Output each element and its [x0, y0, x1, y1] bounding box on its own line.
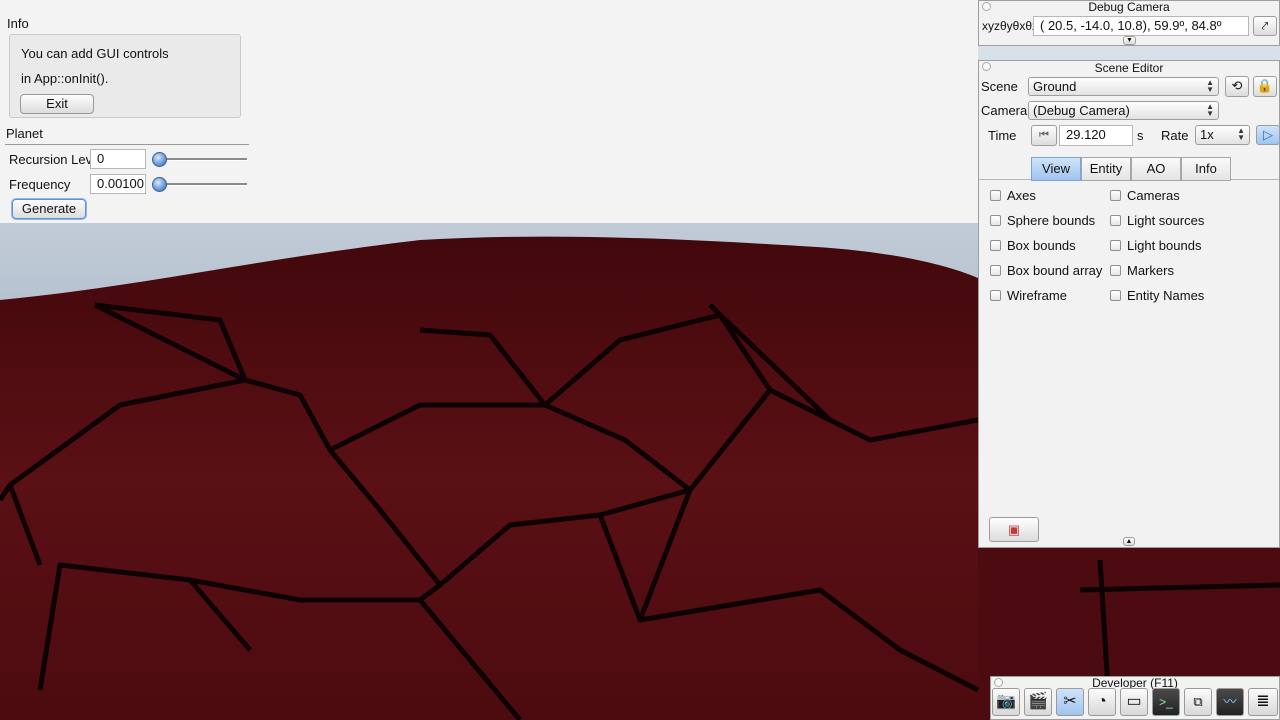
box-bound-array-label: Box bound array: [1007, 263, 1103, 278]
recursion-slider-thumb[interactable]: [152, 152, 167, 167]
sphere-bounds-label: Sphere bounds: [1007, 213, 1096, 228]
sphere-bounds-checkbox[interactable]: [990, 215, 1001, 226]
link-icon[interactable]: ⤤: [1253, 16, 1277, 36]
info-line-1: You can add GUI controls: [21, 46, 169, 61]
cameras-checkbox[interactable]: [1110, 190, 1121, 201]
scene-label: Scene: [981, 79, 1018, 94]
clapperboard-icon[interactable]: 🎬: [1024, 688, 1052, 716]
scene-editor-window: Scene Editor Scene Ground ▲ ▼ ⟲ 🔒 Camera …: [978, 60, 1280, 548]
generate-button[interactable]: Generate: [12, 199, 86, 219]
box-bounds-label: Box bounds: [1007, 238, 1076, 253]
wireframe-checkbox[interactable]: [990, 290, 1001, 301]
save-icon[interactable]: ▣: [989, 517, 1039, 542]
axes-label: Axes: [1007, 188, 1036, 203]
tab-entity[interactable]: Entity: [1081, 157, 1131, 181]
recursion-input[interactable]: 0: [90, 149, 146, 169]
entity-names-checkbox[interactable]: [1110, 290, 1121, 301]
frequency-label: Frequency: [9, 177, 71, 192]
updown-icon: ▲ ▼: [1237, 126, 1245, 142]
tab-view[interactable]: View: [1031, 157, 1081, 181]
exit-button[interactable]: Exit: [20, 94, 94, 114]
windows-icon[interactable]: ⧉: [1184, 688, 1212, 716]
scene-select[interactable]: Ground ▲ ▼: [1028, 77, 1219, 96]
frequency-slider-thumb[interactable]: [152, 177, 167, 192]
info-title: Info: [7, 16, 29, 31]
debug-camera-title: Debug Camera: [1088, 0, 1170, 14]
scene-editor-title: Scene Editor: [1094, 61, 1164, 75]
rate-select[interactable]: 1x ▲ ▼: [1195, 125, 1250, 145]
console-icon[interactable]: >_: [1152, 688, 1180, 716]
gui-overlay-pane: Info You can add GUI controls in App::on…: [0, 0, 978, 223]
camera-coords-field[interactable]: ( 20.5, -14.0, 10.8), 59.9º, 84.8º: [1033, 16, 1249, 36]
camera-select-value: (Debug Camera): [1033, 103, 1130, 118]
tab-info[interactable]: Info: [1181, 157, 1231, 181]
lock-icon[interactable]: 🔒: [1253, 76, 1277, 97]
markers-checkbox[interactable]: [1110, 265, 1121, 276]
document-icon[interactable]: ≣: [1248, 688, 1278, 716]
frequency-input[interactable]: 0.00100: [90, 174, 146, 194]
reload-icon[interactable]: ⟲: [1225, 76, 1249, 97]
axes-checkbox[interactable]: [990, 190, 1001, 201]
speed-icon[interactable]: ◔: [1088, 688, 1116, 716]
time-label: Time: [988, 128, 1017, 143]
rate-label: Rate: [1161, 128, 1189, 143]
rewind-icon[interactable]: ⏮: [1031, 125, 1057, 146]
updown-icon: ▲ ▼: [1206, 102, 1214, 118]
tools-icon[interactable]: ✂: [1056, 688, 1084, 716]
light-sources-checkbox[interactable]: [1110, 215, 1121, 226]
box-bounds-checkbox[interactable]: [990, 240, 1001, 251]
time-input[interactable]: 29.120: [1059, 125, 1133, 146]
updown-icon: ▲ ▼: [1206, 78, 1214, 94]
profiler-icon[interactable]: 〰: [1216, 688, 1244, 716]
camera-label: Camera: [981, 103, 1028, 118]
light-bounds-checkbox[interactable]: [1110, 240, 1121, 251]
info-line-2: in App::onInit().: [21, 71, 109, 86]
play-icon[interactable]: ▷: [1256, 125, 1280, 145]
planet-divider: [5, 144, 249, 145]
recursion-label: Recursion Leve: [9, 152, 100, 167]
markers-label: Markers: [1127, 263, 1174, 278]
entity-names-label: Entity Names: [1127, 288, 1205, 303]
expand-down-icon[interactable]: ▼: [1123, 36, 1136, 45]
camera-select[interactable]: (Debug Camera) ▲ ▼: [1028, 101, 1219, 120]
scene-select-value: Ground: [1033, 79, 1077, 94]
debug-camera-window: Debug Camera xyzθyθxθz ( 20.5, -14.0, 10…: [978, 0, 1280, 46]
collapse-up-icon[interactable]: ▲: [1123, 537, 1135, 546]
box-bound-array-checkbox[interactable]: [990, 265, 1001, 276]
planet-title: Planet: [6, 126, 43, 141]
light-sources-label: Light sources: [1127, 213, 1205, 228]
note-icon[interactable]: ▭: [1120, 688, 1148, 716]
time-unit: s: [1137, 128, 1144, 143]
rate-select-value: 1x: [1200, 127, 1214, 142]
cameras-label: Cameras: [1127, 188, 1180, 203]
tab-ao[interactable]: AO: [1131, 157, 1181, 181]
wireframe-label: Wireframe: [1007, 288, 1067, 303]
xyz-label: xyzθyθxθz: [982, 19, 1039, 33]
camera-icon[interactable]: 📷: [992, 688, 1020, 716]
light-bounds-label: Light bounds: [1127, 238, 1202, 253]
